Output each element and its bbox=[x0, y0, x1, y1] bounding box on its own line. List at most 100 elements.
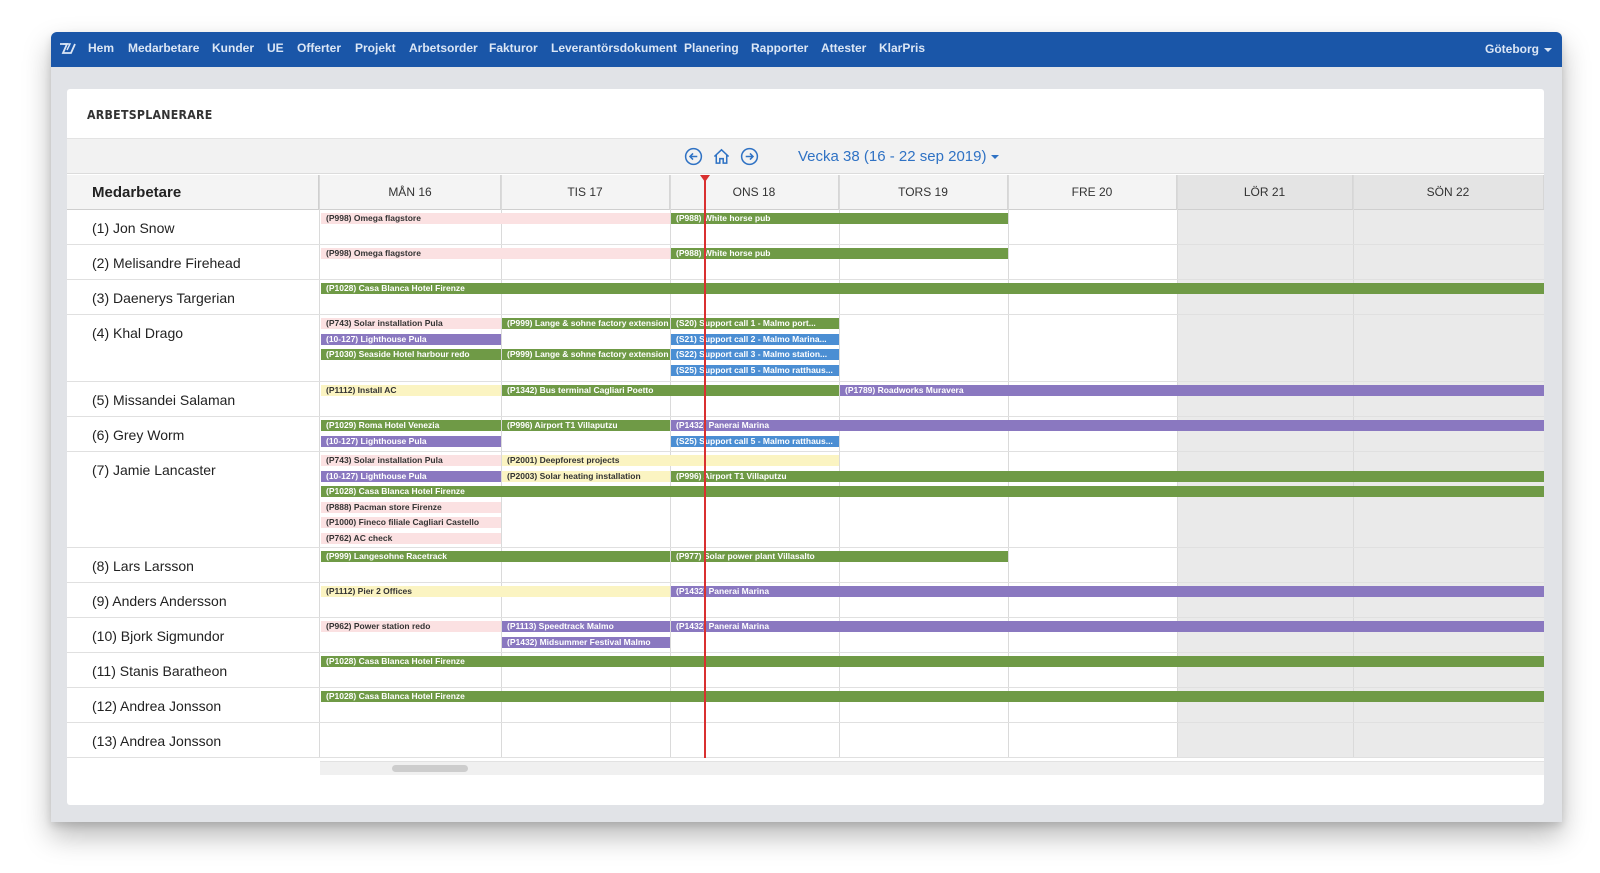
schedule-event[interactable]: (P996) Airport T1 Villaputzu bbox=[502, 420, 670, 431]
row-divider bbox=[67, 244, 1544, 245]
schedule-event[interactable]: (S20) Support call 1 - Malmo port... bbox=[671, 318, 839, 329]
schedule-event[interactable]: (P1028) Casa Blanca Hotel Firenze bbox=[321, 691, 1544, 702]
row-divider bbox=[67, 582, 1544, 583]
schedule-event[interactable]: (P998) Omega flagstore bbox=[321, 248, 670, 259]
schedule-event[interactable]: (P1432) Panerai Marina bbox=[671, 420, 1544, 431]
employee-name[interactable]: (3) Daenerys Targerian bbox=[92, 290, 235, 306]
column-divider bbox=[319, 175, 320, 758]
employee-name[interactable]: (13) Andrea Jonsson bbox=[92, 733, 221, 749]
nav-item-rapporter[interactable]: Rapporter bbox=[751, 41, 808, 55]
schedule-event[interactable]: (10-127) Lighthouse Pula bbox=[321, 333, 501, 345]
schedule-event[interactable]: (P1028) Casa Blanca Hotel Firenze bbox=[321, 283, 1544, 294]
schedule-event[interactable]: (P962) Power station redo bbox=[321, 621, 501, 632]
nav-item-offerter[interactable]: Offerter bbox=[297, 41, 341, 55]
page-title: ARBETSPLANERARE bbox=[87, 107, 213, 122]
day-header[interactable]: MÅN 16 bbox=[320, 175, 501, 210]
schedule-event[interactable]: (S25) Support call 5 - Malmo ratthaus... bbox=[671, 364, 839, 376]
employee-name[interactable]: (7) Jamie Lancaster bbox=[92, 462, 216, 478]
schedule-event[interactable]: (P1432) Panerai Marina bbox=[671, 586, 1544, 597]
scrollbar-thumb[interactable] bbox=[392, 765, 468, 772]
schedule-event[interactable]: (P1432) Midsummer Festival Malmo bbox=[502, 636, 670, 648]
day-header[interactable]: ONS 18 bbox=[670, 175, 839, 210]
schedule-event[interactable]: (P1342) Bus terminal Cagliari Poetto bbox=[502, 385, 839, 396]
arrow-right-circle-icon[interactable] bbox=[740, 147, 759, 166]
schedule-event[interactable]: (P1789) Roadworks Muravera bbox=[840, 385, 1544, 396]
current-time-marker-icon bbox=[700, 175, 710, 182]
schedule-event[interactable]: (P988) White horse pub bbox=[671, 213, 1008, 224]
schedule-event[interactable]: (P988) White horse pub bbox=[671, 248, 1008, 259]
schedule-event[interactable]: (P2001) Deepforest projects bbox=[502, 455, 839, 466]
column-divider bbox=[670, 175, 671, 758]
employee-name[interactable]: (8) Lars Larsson bbox=[92, 558, 194, 574]
day-header[interactable]: TIS 17 bbox=[501, 175, 670, 210]
schedule-event[interactable]: (P999) Lange & sohne factory extension bbox=[502, 318, 670, 329]
nav-item-arbetsorder[interactable]: Arbetsorder bbox=[409, 41, 478, 55]
schedule-event[interactable]: (P996) Airport T1 Villaputzu bbox=[671, 470, 1544, 482]
schedule-event[interactable]: (P743) Solar installation Pula bbox=[321, 455, 501, 466]
schedule-event[interactable]: (P1028) Casa Blanca Hotel Firenze bbox=[321, 656, 1544, 667]
schedule-event[interactable]: (P999) Langesohne Racetrack bbox=[321, 551, 670, 562]
nav-item-ue[interactable]: UE bbox=[267, 41, 284, 55]
nav-item-attester[interactable]: Attester bbox=[821, 41, 866, 55]
employee-name[interactable]: (1) Jon Snow bbox=[92, 220, 174, 236]
row-divider bbox=[67, 314, 1544, 315]
nav-item-projekt[interactable]: Projekt bbox=[355, 41, 396, 55]
schedule-event[interactable]: (P1000) Fineco filiale Cagliari Castello bbox=[321, 517, 501, 528]
location-dropdown[interactable]: Göteborg bbox=[1485, 42, 1552, 56]
schedule-event[interactable]: (P998) Omega flagstore bbox=[321, 213, 670, 224]
employee-name[interactable]: (9) Anders Andersson bbox=[92, 593, 227, 609]
schedule-event[interactable]: (10-127) Lighthouse Pula bbox=[321, 470, 501, 482]
row-divider bbox=[67, 381, 1544, 382]
nav-item-fakturor[interactable]: Fakturor bbox=[489, 41, 538, 55]
day-header[interactable]: FRE 20 bbox=[1008, 175, 1177, 210]
planner-panel: ARBETSPLANERARE Vecka 38 (16 - 22 sep 20… bbox=[67, 89, 1544, 805]
location-label: Göteborg bbox=[1485, 42, 1539, 56]
day-header[interactable]: LÖR 21 bbox=[1177, 175, 1353, 210]
row-divider bbox=[67, 279, 1544, 280]
schedule-event[interactable]: (P999) Lange & sohne factory extension bbox=[502, 349, 670, 360]
nav-item-planering[interactable]: Planering bbox=[684, 41, 739, 55]
schedule-event[interactable]: (P1112) Pier 2 Offices bbox=[321, 586, 670, 597]
week-selector[interactable]: Vecka 38 (16 - 22 sep 2019) bbox=[798, 148, 1000, 165]
row-divider bbox=[67, 451, 1544, 452]
schedule-event[interactable]: (P2003) Solar heating installation bbox=[502, 470, 670, 482]
employee-name[interactable]: (5) Missandei Salaman bbox=[92, 392, 235, 408]
schedule-event[interactable]: (P1030) Seaside Hotel harbour redo bbox=[321, 349, 501, 360]
schedule-event[interactable]: (P977) Solar power plant Villasalto bbox=[671, 551, 1008, 562]
nav-item-leverant-rsdokument[interactable]: Leverantörsdokument bbox=[551, 41, 677, 55]
column-divider bbox=[1008, 175, 1009, 758]
schedule-event[interactable]: (P1028) Casa Blanca Hotel Firenze bbox=[321, 486, 1544, 497]
day-header[interactable]: TORS 19 bbox=[839, 175, 1008, 210]
employee-name[interactable]: (2) Melisandre Firehead bbox=[92, 255, 241, 271]
schedule-event[interactable]: (P1113) Speedtrack Malmo bbox=[502, 621, 670, 632]
schedule-event[interactable]: (S25) Support call 5 - Malmo ratthaus... bbox=[671, 435, 839, 447]
employee-name[interactable]: (12) Andrea Jonsson bbox=[92, 698, 221, 714]
logo-icon[interactable] bbox=[59, 41, 76, 57]
nav-item-medarbetare[interactable]: Medarbetare bbox=[128, 41, 199, 55]
column-divider bbox=[839, 175, 840, 758]
schedule-event[interactable]: (P1432) Panerai Marina bbox=[671, 621, 1544, 632]
schedule-event[interactable]: (P1029) Roma Hotel Venezia bbox=[321, 420, 501, 431]
nav-item-klarpris[interactable]: KlarPris bbox=[879, 41, 925, 55]
schedule-event[interactable]: (P762) AC check bbox=[321, 532, 501, 544]
schedule-event[interactable]: (S22) Support call 3 - Malmo station... bbox=[671, 349, 839, 360]
schedule-event[interactable]: (P1112) Install AC bbox=[321, 385, 501, 396]
nav-item-hem[interactable]: Hem bbox=[88, 41, 114, 55]
row-divider bbox=[67, 547, 1544, 548]
schedule-event[interactable]: (P743) Solar installation Pula bbox=[321, 318, 501, 329]
employee-name[interactable]: (4) Khal Drago bbox=[92, 325, 183, 341]
row-divider bbox=[67, 652, 1544, 653]
employee-name[interactable]: (11) Stanis Baratheon bbox=[92, 663, 227, 679]
day-header[interactable]: SÖN 22 bbox=[1353, 175, 1544, 210]
row-divider bbox=[67, 687, 1544, 688]
horizontal-scrollbar[interactable] bbox=[320, 761, 1544, 775]
schedule-event[interactable]: (S21) Support call 2 - Malmo Marina... bbox=[671, 333, 839, 345]
schedule-event[interactable]: (P888) Pacman store Firenze bbox=[321, 501, 501, 513]
schedule-event[interactable]: (10-127) Lighthouse Pula bbox=[321, 435, 501, 447]
nav-item-kunder[interactable]: Kunder bbox=[212, 41, 254, 55]
employee-name[interactable]: (6) Grey Worm bbox=[92, 427, 184, 443]
column-divider bbox=[1353, 175, 1354, 758]
arrow-left-circle-icon[interactable] bbox=[684, 147, 703, 166]
employee-name[interactable]: (10) Bjork Sigmundor bbox=[92, 628, 224, 644]
home-icon[interactable] bbox=[712, 147, 731, 166]
